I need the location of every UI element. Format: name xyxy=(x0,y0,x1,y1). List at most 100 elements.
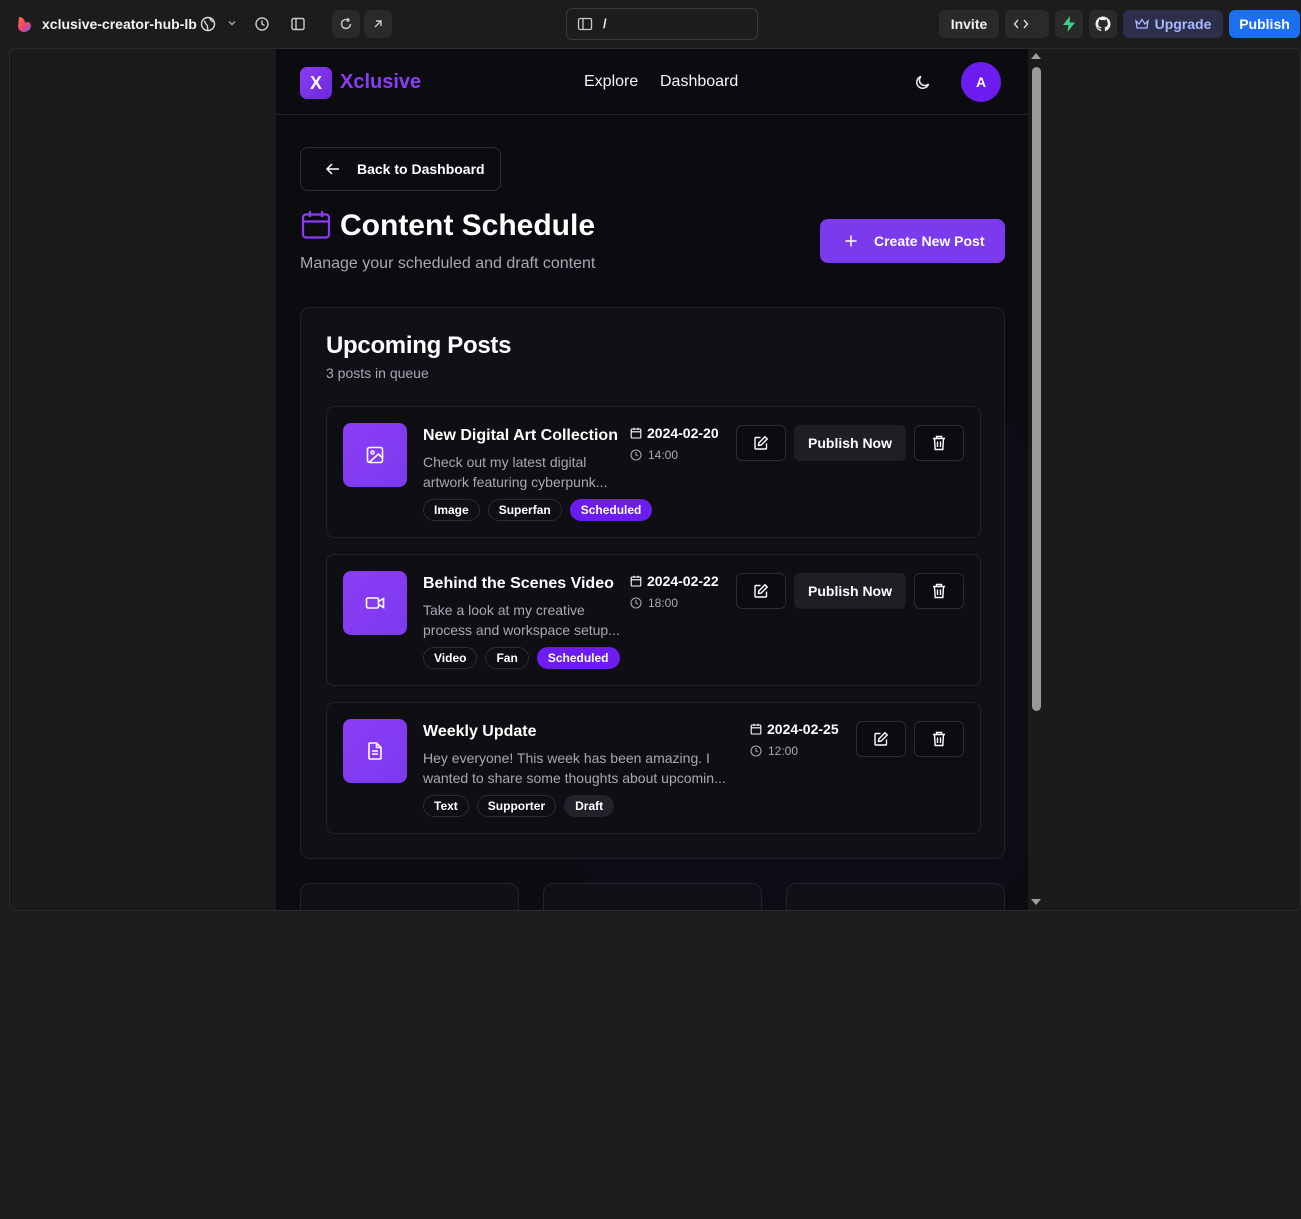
tier-badge: Fan xyxy=(485,647,529,669)
scroll-thumb[interactable] xyxy=(1032,67,1041,711)
moon-icon[interactable] xyxy=(914,73,932,91)
app-page: X Xclusive Explore Dashboard A Back to D… xyxy=(276,49,1028,910)
edit-icon xyxy=(754,435,769,450)
plus-icon xyxy=(845,235,857,247)
app-navbar: X Xclusive Explore Dashboard A xyxy=(276,49,1028,115)
github-button[interactable] xyxy=(1089,10,1117,38)
edit-button[interactable] xyxy=(856,721,906,757)
card-title: Upcoming Posts xyxy=(326,332,512,359)
publish-button[interactable]: Publish xyxy=(1229,10,1300,38)
scrollbar[interactable] xyxy=(1028,49,1044,910)
nav-dashboard[interactable]: Dashboard xyxy=(660,73,738,91)
editor-toolbar: xclusive-creator-hub-lb / Invite Upgrade… xyxy=(0,0,1301,48)
supabase-button[interactable] xyxy=(1055,10,1083,38)
scroll-up-arrow[interactable] xyxy=(1031,53,1041,59)
post-thumbnail xyxy=(343,423,407,487)
avatar[interactable]: A xyxy=(961,62,1001,102)
type-badge: Text xyxy=(423,795,469,817)
chevron-down-icon[interactable] xyxy=(226,17,238,29)
upcoming-posts-card: Upcoming Posts 3 posts in queue New Digi… xyxy=(300,307,1005,859)
upgrade-label: Upgrade xyxy=(1154,16,1212,32)
post-time: 12:00 xyxy=(750,744,798,758)
history-icon[interactable] xyxy=(248,10,276,38)
post-item[interactable]: Behind the Scenes Video Take a look at m… xyxy=(326,554,981,686)
stat-card xyxy=(543,883,762,910)
document-icon xyxy=(368,742,382,760)
url-bar[interactable]: / xyxy=(566,8,758,40)
post-item[interactable]: Weekly Update Hey everyone! This week ha… xyxy=(326,702,981,834)
post-date: 2024-02-25 xyxy=(750,721,839,737)
edit-icon xyxy=(754,583,769,598)
delete-button[interactable] xyxy=(914,425,964,461)
nav-explore[interactable]: Explore xyxy=(584,73,638,91)
post-title: Behind the Scenes Video xyxy=(423,575,614,592)
page-title: Content Schedule xyxy=(340,209,596,242)
clock-icon xyxy=(750,745,762,757)
code-view-button[interactable] xyxy=(1005,10,1049,38)
trash-icon xyxy=(933,583,945,599)
post-title: Weekly Update xyxy=(423,723,537,740)
invite-button[interactable]: Invite xyxy=(939,10,999,38)
post-item[interactable]: New Digital Art Collection Check out my … xyxy=(326,406,981,538)
post-title: New Digital Art Collection xyxy=(423,427,618,444)
post-date: 2024-02-22 xyxy=(630,573,719,589)
delete-button[interactable] xyxy=(914,721,964,757)
clock-icon xyxy=(630,449,642,461)
calendar-icon xyxy=(301,211,331,239)
post-tags: Video Fan Scheduled xyxy=(423,647,620,669)
post-time: 18:00 xyxy=(630,596,678,610)
crown-icon xyxy=(1134,18,1149,29)
open-external-icon[interactable] xyxy=(364,10,392,38)
create-label: Create New Post xyxy=(874,233,985,249)
edit-button[interactable] xyxy=(736,573,786,609)
status-badge: Scheduled xyxy=(536,647,620,669)
stat-card xyxy=(786,883,1005,910)
globe-icon[interactable] xyxy=(200,16,216,32)
post-thumbnail xyxy=(343,571,407,635)
type-badge: Video xyxy=(423,647,478,669)
clock-icon xyxy=(630,597,642,609)
post-description: Take a look at my creative process and w… xyxy=(423,602,620,638)
publish-now-button[interactable]: Publish Now xyxy=(794,573,906,609)
publish-now-button[interactable]: Publish Now xyxy=(794,425,906,461)
brand-name[interactable]: Xclusive xyxy=(340,71,421,94)
refresh-icon[interactable] xyxy=(332,10,360,38)
tier-badge: Superfan xyxy=(487,499,562,521)
calendar-icon xyxy=(630,427,642,439)
brand-logo[interactable]: X xyxy=(300,67,332,99)
project-name[interactable]: xclusive-creator-hub-lb xyxy=(42,16,197,32)
create-new-post-button[interactable]: Create New Post xyxy=(820,219,1005,263)
bolt-icon xyxy=(1063,16,1075,32)
tier-badge: Supporter xyxy=(476,795,557,817)
page-icon xyxy=(577,17,593,31)
trash-icon xyxy=(933,731,945,747)
code-icon xyxy=(1013,19,1029,29)
preview-frame: X Xclusive Explore Dashboard A Back to D… xyxy=(9,48,1301,911)
post-description: Check out my latest digital artwork feat… xyxy=(423,454,608,490)
post-time: 14:00 xyxy=(630,448,678,462)
scroll-down-arrow[interactable] xyxy=(1031,899,1041,905)
edit-icon xyxy=(874,731,889,746)
back-to-dashboard-button[interactable]: Back to Dashboard xyxy=(300,147,501,191)
stat-card xyxy=(300,883,519,910)
sidebar-toggle-icon[interactable] xyxy=(284,10,312,38)
post-date: 2024-02-20 xyxy=(630,425,719,441)
posts-count: 3 posts in queue xyxy=(326,365,429,381)
github-icon xyxy=(1095,16,1111,32)
trash-icon xyxy=(933,435,945,451)
arrow-left-icon xyxy=(325,163,339,175)
calendar-icon xyxy=(750,723,762,735)
url-path[interactable]: / xyxy=(603,16,607,31)
delete-button[interactable] xyxy=(914,573,964,609)
back-label: Back to Dashboard xyxy=(357,161,485,177)
page-subtitle: Manage your scheduled and draft content xyxy=(300,255,596,272)
post-thumbnail xyxy=(343,719,407,783)
post-tags: Image Superfan Scheduled xyxy=(423,499,653,521)
edit-button[interactable] xyxy=(736,425,786,461)
post-tags: Text Supporter Draft xyxy=(423,795,615,817)
status-badge: Scheduled xyxy=(569,499,653,521)
upgrade-button[interactable]: Upgrade xyxy=(1123,10,1223,38)
post-description: Hey everyone! This week has been amazing… xyxy=(423,750,726,786)
video-icon xyxy=(365,597,385,609)
app-logo-icon[interactable] xyxy=(16,15,34,33)
